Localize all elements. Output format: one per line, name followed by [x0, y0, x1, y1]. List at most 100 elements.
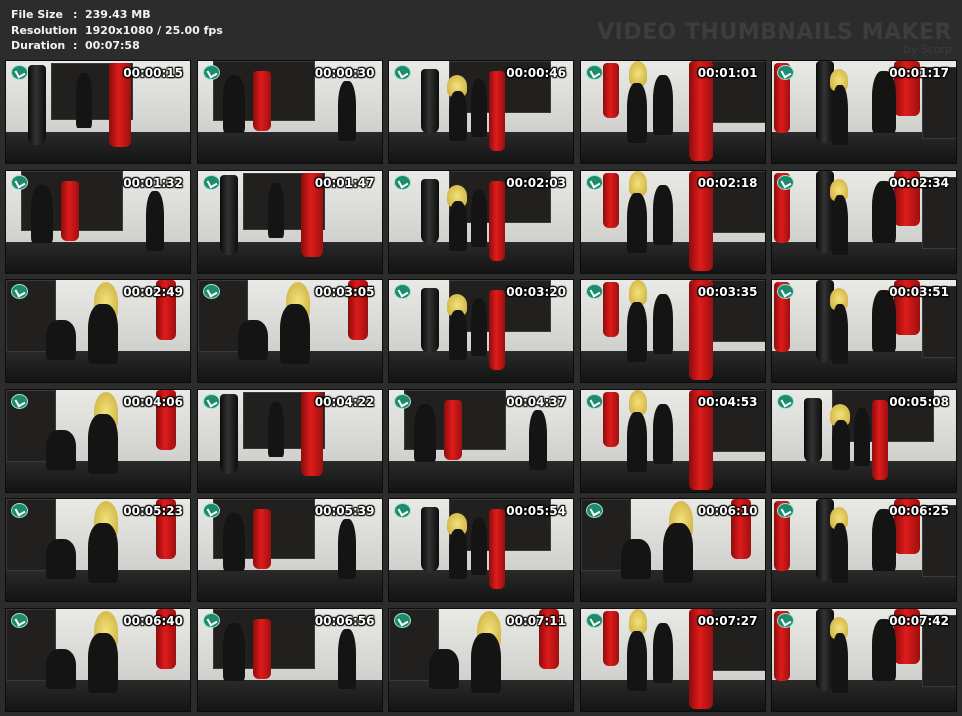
figure — [46, 539, 76, 579]
figure — [471, 298, 487, 356]
red-punching-bag — [252, 509, 271, 569]
figure — [626, 83, 647, 143]
red-punching-bag — [61, 180, 79, 241]
figure — [832, 523, 848, 583]
channel-logo-icon — [585, 612, 603, 628]
channel-logo-icon — [11, 284, 28, 299]
red-punching-bag — [489, 71, 505, 151]
video-thumbnail: 00:02:03 — [388, 169, 574, 274]
figure — [626, 411, 647, 472]
thumbnail-timestamp: 00:04:53 — [697, 394, 758, 409]
thumbnail-timestamp: 00:04:06 — [123, 394, 183, 409]
file-size-value: 239.43 MB — [85, 8, 151, 21]
black-punching-bag — [421, 69, 439, 134]
channel-logo-icon — [202, 65, 220, 80]
thumbnail-timestamp: 00:02:49 — [123, 285, 183, 299]
file-size-row: File Size : 239.43 MB — [11, 7, 223, 23]
thumbnail-floor — [580, 351, 765, 382]
video-thumbnail: 00:04:22 — [196, 388, 383, 493]
thumbnail-timestamp: 00:05:23 — [123, 504, 183, 518]
red-punching-bag — [489, 290, 505, 370]
black-punching-bag — [421, 288, 439, 353]
red-punching-bag — [489, 509, 505, 589]
thumbnail-timestamp: 00:01:17 — [889, 66, 949, 80]
channel-logo-icon — [202, 612, 220, 628]
video-thumbnail: 00:00:30 — [196, 60, 383, 164]
thumbnail-timestamp: 00:06:40 — [123, 613, 183, 628]
figure — [620, 539, 651, 579]
channel-logo-icon — [11, 174, 28, 190]
video-thumbnail: 00:06:40 — [5, 607, 191, 712]
red-punching-bag — [602, 610, 619, 666]
separator: : — [73, 23, 78, 37]
thumbnail-timestamp: 00:03:35 — [697, 285, 758, 299]
black-punching-bag — [219, 174, 238, 255]
separator: : — [73, 39, 78, 52]
figure — [652, 622, 673, 683]
figure — [662, 523, 693, 583]
channel-logo-icon — [585, 284, 603, 299]
figure — [267, 182, 284, 238]
figure — [872, 290, 896, 352]
video-thumbnail: 00:07:27 — [579, 607, 766, 712]
channel-logo-icon — [394, 503, 411, 518]
figure — [471, 188, 487, 247]
figure — [414, 403, 436, 462]
thumbnail-timestamp: 00:00:30 — [314, 66, 375, 80]
red-punching-bag — [602, 172, 619, 228]
file-info: File Size : 239.43 MB Resolution : 1920x… — [11, 7, 223, 54]
video-thumbnail: 00:05:39 — [196, 498, 383, 602]
video-thumbnail: 00:05:23 — [5, 498, 191, 602]
figure — [337, 628, 356, 689]
red-punching-bag — [444, 399, 462, 460]
black-punching-bag — [219, 393, 238, 474]
thumbnail-timestamp: 00:06:25 — [889, 504, 949, 518]
figure — [832, 419, 850, 470]
thumbnail-timestamp: 00:07:42 — [889, 613, 949, 628]
figure — [267, 401, 284, 457]
channel-logo-icon — [11, 65, 28, 80]
thumbnail-timestamp: 00:05:54 — [506, 504, 566, 518]
figure — [88, 632, 118, 693]
video-thumbnail: 00:04:53 — [579, 388, 766, 493]
thumbnail-timestamp: 00:03:20 — [506, 285, 566, 299]
channel-logo-icon — [585, 174, 603, 190]
figure — [222, 513, 245, 571]
video-thumbnail: 00:06:25 — [771, 498, 957, 602]
channel-logo-icon — [585, 65, 603, 80]
thumbnail-floor — [580, 132, 765, 163]
channel-logo-icon — [585, 393, 603, 409]
resolution-label: Resolution — [11, 23, 78, 37]
channel-logo-icon — [11, 503, 28, 518]
video-thumbnail: 00:04:06 — [5, 388, 191, 493]
figure — [872, 71, 896, 133]
video-thumbnail: 00:04:37 — [388, 388, 574, 493]
blonde-hair — [628, 170, 647, 196]
red-punching-bag — [602, 63, 619, 118]
video-thumbnail: 00:00:46 — [388, 60, 574, 164]
figure — [449, 200, 467, 251]
figure — [222, 75, 245, 133]
duration-value: 00:07:58 — [85, 39, 140, 52]
channel-logo-icon — [394, 393, 411, 409]
figure — [46, 648, 76, 689]
black-punching-bag — [28, 65, 46, 145]
channel-logo-icon — [394, 284, 411, 299]
video-thumbnail: 00:05:08 — [771, 388, 957, 493]
figure — [872, 618, 896, 681]
figure — [76, 73, 92, 128]
figure — [449, 91, 467, 141]
channel-logo-icon — [11, 393, 28, 409]
channel-logo-icon — [202, 174, 220, 190]
thumbnail-timestamp: 00:05:39 — [314, 504, 375, 518]
figure — [449, 310, 467, 360]
black-punching-bag — [804, 397, 822, 463]
black-punching-bag — [421, 507, 439, 572]
duration-row: Duration : 00:07:58 — [11, 38, 223, 54]
video-thumbnail: 00:05:54 — [388, 498, 574, 602]
thumbnail-floor — [580, 460, 765, 492]
figure — [222, 622, 245, 681]
video-thumbnail: 00:03:05 — [196, 279, 383, 383]
figure — [832, 632, 848, 693]
thumbnail-timestamp: 00:01:47 — [314, 175, 375, 190]
